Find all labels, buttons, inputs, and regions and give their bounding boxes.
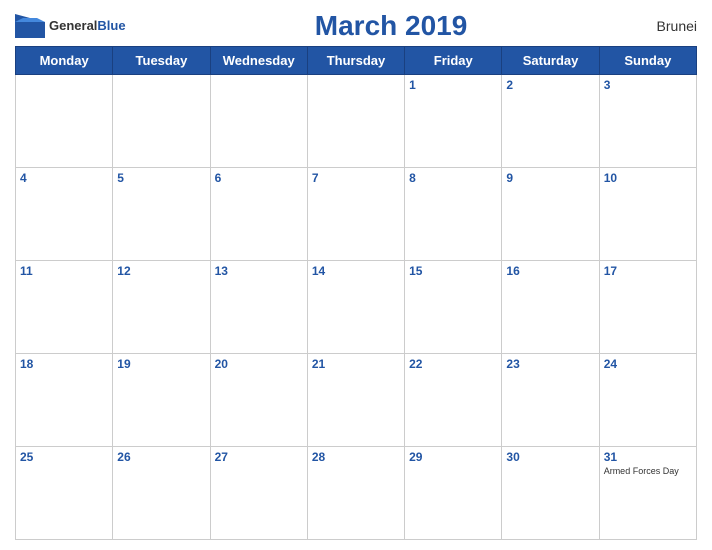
calendar-cell: 19: [113, 354, 210, 447]
calendar: MondayTuesdayWednesdayThursdayFridaySatu…: [15, 46, 697, 540]
day-number: 18: [20, 357, 108, 371]
day-number: 21: [312, 357, 400, 371]
day-number: 13: [215, 264, 303, 278]
logo-text: GeneralBlue: [49, 17, 126, 35]
day-number: 8: [409, 171, 497, 185]
calendar-cell: 8: [405, 168, 502, 261]
calendar-cell: 9: [502, 168, 599, 261]
calendar-cell: 17: [599, 261, 696, 354]
country-label: Brunei: [657, 18, 697, 34]
day-number: 23: [506, 357, 594, 371]
calendar-cell: 29: [405, 447, 502, 540]
calendar-cell: 23: [502, 354, 599, 447]
weekday-header-friday: Friday: [405, 47, 502, 75]
day-number: 16: [506, 264, 594, 278]
calendar-week-3: 11 12 13 14 15 16 17: [16, 261, 697, 354]
day-number: 20: [215, 357, 303, 371]
day-number: 11: [20, 264, 108, 278]
calendar-cell: 18: [16, 354, 113, 447]
calendar-cell: 13: [210, 261, 307, 354]
calendar-cell: 11: [16, 261, 113, 354]
logo-blue: Blue: [97, 18, 125, 33]
calendar-cell: [210, 75, 307, 168]
calendar-cell: 27: [210, 447, 307, 540]
calendar-cell: 10: [599, 168, 696, 261]
logo: GeneralBlue: [15, 14, 126, 38]
calendar-cell: 6: [210, 168, 307, 261]
calendar-cell: 31 Armed Forces Day: [599, 447, 696, 540]
calendar-week-5: 25 26 27 28 29 30 31 Armed Forces Day: [16, 447, 697, 540]
calendar-week-4: 18 19 20 21 22 23 24: [16, 354, 697, 447]
day-number: 31: [604, 450, 692, 464]
weekday-header-wednesday: Wednesday: [210, 47, 307, 75]
day-number: 7: [312, 171, 400, 185]
calendar-cell: 4: [16, 168, 113, 261]
day-number: 14: [312, 264, 400, 278]
calendar-cell: 20: [210, 354, 307, 447]
calendar-cell: [113, 75, 210, 168]
calendar-cell: 30: [502, 447, 599, 540]
calendar-cell: 14: [307, 261, 404, 354]
day-number: 28: [312, 450, 400, 464]
day-number: 6: [215, 171, 303, 185]
day-number: 30: [506, 450, 594, 464]
day-number: 5: [117, 171, 205, 185]
calendar-cell: 16: [502, 261, 599, 354]
day-number: 17: [604, 264, 692, 278]
day-number: 9: [506, 171, 594, 185]
calendar-week-2: 456789 10: [16, 168, 697, 261]
weekday-header-row: MondayTuesdayWednesdayThursdayFridaySatu…: [16, 47, 697, 75]
day-number: 29: [409, 450, 497, 464]
calendar-cell: 26: [113, 447, 210, 540]
calendar-cell: 24: [599, 354, 696, 447]
header-top: GeneralBlue March 2019 Brunei: [15, 10, 697, 42]
day-number: 4: [20, 171, 108, 185]
weekday-header-tuesday: Tuesday: [113, 47, 210, 75]
calendar-cell: [16, 75, 113, 168]
calendar-cell: 3: [599, 75, 696, 168]
calendar-cell: 21: [307, 354, 404, 447]
day-number: 19: [117, 357, 205, 371]
day-number: 24: [604, 357, 692, 371]
calendar-cell: 2: [502, 75, 599, 168]
calendar-cell: 5: [113, 168, 210, 261]
calendar-cell: 12: [113, 261, 210, 354]
calendar-cell: 7: [307, 168, 404, 261]
calendar-cell: 25: [16, 447, 113, 540]
calendar-cell: 1: [405, 75, 502, 168]
day-number: 25: [20, 450, 108, 464]
day-number: 1: [409, 78, 497, 92]
calendar-cell: 15: [405, 261, 502, 354]
weekday-header-saturday: Saturday: [502, 47, 599, 75]
calendar-header: MondayTuesdayWednesdayThursdayFridaySatu…: [16, 47, 697, 75]
calendar-body: 1234567891011121314151617181920212223242…: [16, 75, 697, 540]
day-number: 15: [409, 264, 497, 278]
calendar-title: March 2019: [126, 10, 657, 42]
day-event: Armed Forces Day: [604, 466, 692, 478]
calendar-cell: 28: [307, 447, 404, 540]
weekday-header-sunday: Sunday: [599, 47, 696, 75]
day-number: 12: [117, 264, 205, 278]
day-number: 10: [604, 171, 692, 185]
logo-icon: [15, 14, 45, 38]
calendar-cell: [307, 75, 404, 168]
day-number: 27: [215, 450, 303, 464]
day-number: 3: [604, 78, 692, 92]
calendar-week-1: 123: [16, 75, 697, 168]
day-number: 26: [117, 450, 205, 464]
day-number: 22: [409, 357, 497, 371]
weekday-header-monday: Monday: [16, 47, 113, 75]
calendar-cell: 22: [405, 354, 502, 447]
logo-general: General: [49, 18, 97, 33]
weekday-header-thursday: Thursday: [307, 47, 404, 75]
day-number: 2: [506, 78, 594, 92]
